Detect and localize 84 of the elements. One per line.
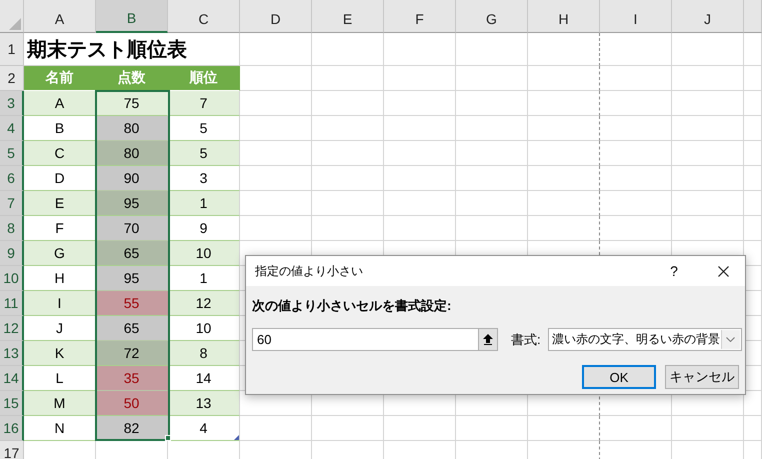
range-select-button[interactable] <box>478 328 498 351</box>
table-cell: 10 <box>168 241 240 266</box>
empty-cell[interactable] <box>528 91 600 116</box>
table-cell: I <box>24 291 96 316</box>
cancel-button[interactable]: キャンセル <box>665 365 739 389</box>
prompt-text: 次の値より小さいセルを書式設定: <box>252 297 452 315</box>
row-header[interactable]: 9 <box>0 241 24 266</box>
column-header[interactable]: G <box>456 0 528 33</box>
table-resize-icon[interactable] <box>234 435 239 440</box>
table-cell: 55 <box>96 291 168 316</box>
chevron-down-icon <box>726 337 736 342</box>
empty-cell[interactable] <box>528 141 600 166</box>
close-icon <box>718 266 728 276</box>
table-cell: K <box>24 341 96 366</box>
column-header[interactable]: J <box>672 0 744 33</box>
up-arrow-icon <box>483 334 493 345</box>
row-header[interactable]: 1 <box>0 33 24 66</box>
table-cell: 65 <box>96 241 168 266</box>
table-header: 点数 <box>96 66 168 91</box>
table-cell: 50 <box>96 391 168 416</box>
row-header[interactable]: 17 <box>0 441 24 459</box>
table-cell: 7 <box>168 91 240 116</box>
empty-cell[interactable] <box>528 216 600 241</box>
dialog-title: 指定の値より小さい <box>255 262 364 280</box>
column-header[interactable]: A <box>24 0 96 33</box>
table-cell: 75 <box>96 91 168 116</box>
column-header[interactable] <box>744 0 762 33</box>
row-header[interactable]: 7 <box>0 191 24 216</box>
table-header: 順位 <box>168 66 240 91</box>
column-header[interactable]: I <box>600 0 672 33</box>
row-header[interactable]: 4 <box>0 116 24 141</box>
table-cell: M <box>24 391 96 416</box>
table-cell: 70 <box>96 216 168 241</box>
table-cell: 90 <box>96 166 168 191</box>
empty-cell[interactable] <box>528 33 600 66</box>
row-header[interactable]: 10 <box>0 266 24 291</box>
row-header[interactable]: 8 <box>0 216 24 241</box>
table-cell: 72 <box>96 341 168 366</box>
table-cell: E <box>24 191 96 216</box>
column-header[interactable]: H <box>528 0 600 33</box>
row-header[interactable]: 3 <box>0 91 24 116</box>
row-header[interactable]: 11 <box>0 291 24 316</box>
row-header[interactable]: 6 <box>0 166 24 191</box>
table-cell: 95 <box>96 191 168 216</box>
fill-handle[interactable] <box>165 435 171 441</box>
empty-cell[interactable] <box>528 66 600 91</box>
table-cell: 95 <box>96 266 168 291</box>
help-button[interactable]: ? <box>659 263 689 279</box>
row-header[interactable]: 12 <box>0 316 24 341</box>
table-cell: G <box>24 241 96 266</box>
empty-cell[interactable] <box>528 116 600 141</box>
column-header[interactable]: D <box>240 0 312 33</box>
table-cell: C <box>24 141 96 166</box>
row-header[interactable]: 13 <box>0 341 24 366</box>
table-cell: 8 <box>168 341 240 366</box>
table-cell: 13 <box>168 391 240 416</box>
select-all-icon[interactable] <box>9 18 21 30</box>
column-header[interactable]: F <box>384 0 456 33</box>
table-cell: A <box>24 91 96 116</box>
table-cell: 80 <box>96 141 168 166</box>
table-cell: 5 <box>168 141 240 166</box>
table-cell: 80 <box>96 116 168 141</box>
ok-button[interactable]: OK <box>582 365 656 389</box>
row-header[interactable]: 2 <box>0 66 24 91</box>
column-header[interactable]: B <box>96 0 168 33</box>
column-header[interactable]: E <box>312 0 384 33</box>
empty-cell[interactable] <box>528 166 600 191</box>
row-header[interactable]: 15 <box>0 391 24 416</box>
row-header[interactable]: 5 <box>0 141 24 166</box>
value-field[interactable]: 60 <box>252 328 478 351</box>
format-dropdown[interactable]: 濃い赤の文字、明るい赤の背景 <box>548 328 742 351</box>
table-cell: 35 <box>96 366 168 391</box>
table-cell: 82 <box>96 416 168 441</box>
empty-cell[interactable] <box>528 416 600 441</box>
column-header[interactable]: C <box>168 0 240 33</box>
format-label: 書式: <box>511 330 542 348</box>
table-cell: 1 <box>168 191 240 216</box>
table-cell: 12 <box>168 291 240 316</box>
table-header: 名前 <box>24 66 96 91</box>
table-cell: N <box>24 416 96 441</box>
empty-cell[interactable] <box>528 191 600 216</box>
table-cell: 65 <box>96 316 168 341</box>
row-header[interactable]: 16 <box>0 416 24 441</box>
row-header[interactable]: 14 <box>0 366 24 391</box>
